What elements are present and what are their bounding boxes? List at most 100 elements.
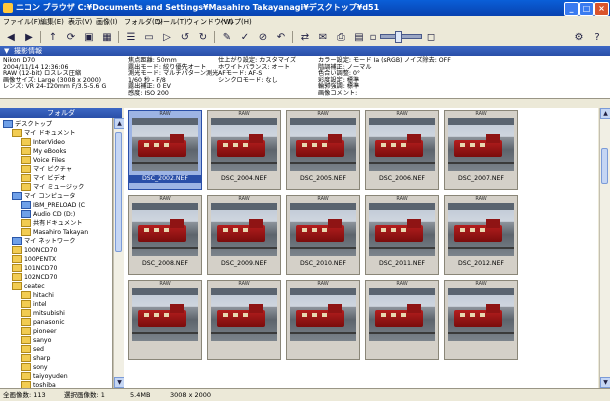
thumbnail-item[interactable]: RAW DSC_2002.NEF bbox=[128, 110, 202, 190]
folder-tree-item[interactable]: sony bbox=[21, 363, 48, 371]
folder-tree-item[interactable]: デスクトップ bbox=[3, 120, 52, 128]
folder-view-icon[interactable]: ▣ bbox=[82, 30, 96, 44]
menu-view[interactable]: 表示(V) bbox=[68, 16, 92, 28]
folder-tree-item[interactable]: hitachi bbox=[21, 291, 54, 299]
thumbnail-item[interactable]: RAW bbox=[128, 280, 202, 360]
folder-tree-item[interactable]: 102NCD70 bbox=[12, 273, 57, 281]
folder-tree-item[interactable]: Voice Files bbox=[21, 156, 65, 164]
forward-arrow-icon[interactable]: ▶ bbox=[22, 30, 36, 44]
status-bar: 全画像数: 113 選択画像数: 1 5.4MB 3008 x 2000 bbox=[0, 388, 610, 401]
menu-tools[interactable]: ツール(T) bbox=[156, 16, 187, 28]
check-icon[interactable]: ✓ bbox=[238, 30, 252, 44]
folder-icon bbox=[21, 219, 31, 227]
folder-tree-item[interactable]: マイ ネットワーク bbox=[12, 237, 75, 245]
info-panel-header[interactable]: ▼ 撮影情報 bbox=[0, 46, 610, 56]
folder-tree-item[interactable]: 100NCD70 bbox=[12, 246, 57, 254]
thumbnail-item[interactable]: RAW DSC_2005.NEF bbox=[286, 110, 360, 190]
folder-icon bbox=[21, 381, 31, 388]
folder-tree-item[interactable]: マイ ビデオ bbox=[21, 174, 66, 182]
menu-file[interactable]: ファイル(F) bbox=[3, 16, 41, 28]
folder-tree-item[interactable]: My eBooks bbox=[21, 147, 66, 155]
thumbnail-filename: DSC_2002.NEF bbox=[129, 175, 201, 183]
folder-tree-item[interactable]: マイ ドキュメント bbox=[12, 129, 75, 137]
scroll-up-arrow-icon[interactable]: ▲ bbox=[600, 108, 610, 119]
menu-edit[interactable]: 編集(E) bbox=[40, 16, 64, 28]
refresh-icon[interactable]: ⟳ bbox=[64, 30, 78, 44]
transfer-icon[interactable]: ⇄ bbox=[298, 30, 312, 44]
minimize-button[interactable]: _ bbox=[564, 2, 579, 16]
thumbnail-item[interactable]: RAW DSC_2004.NEF bbox=[207, 110, 281, 190]
thumbnail-size-slider[interactable] bbox=[380, 31, 422, 43]
folder-tree-item[interactable]: 101NCD70 bbox=[12, 264, 57, 272]
close-button[interactable]: × bbox=[594, 2, 609, 16]
undo-icon[interactable]: ↶ bbox=[274, 30, 288, 44]
menu-help[interactable]: ヘルプ(H) bbox=[220, 16, 252, 28]
folder-tree-label: Masahiro Takayan bbox=[33, 229, 89, 236]
folder-tree-item[interactable]: sharp bbox=[21, 354, 50, 362]
folder-tree-item[interactable]: 100PENTX bbox=[12, 255, 56, 263]
thumbnail-item[interactable]: RAW bbox=[286, 280, 360, 360]
print-icon[interactable]: ⎙ bbox=[334, 30, 348, 44]
raw-badge: RAW bbox=[396, 196, 408, 202]
slideshow-icon[interactable]: ▷ bbox=[160, 30, 174, 44]
rotate-left-icon[interactable]: ↺ bbox=[178, 30, 192, 44]
folder-tree-item[interactable]: InterVideo bbox=[21, 138, 65, 146]
folder-icon bbox=[21, 372, 31, 380]
up-folder-icon[interactable]: ↑ bbox=[46, 30, 60, 44]
scroll-thumb[interactable] bbox=[115, 132, 122, 252]
thumbnail-item[interactable]: RAW DSC_2010.NEF bbox=[286, 195, 360, 275]
film-icon[interactable]: ▤ bbox=[352, 30, 366, 44]
folder-tree-item[interactable]: IBM_PRELOAD (C bbox=[21, 201, 85, 209]
thumbnail-item[interactable]: RAW bbox=[444, 280, 518, 360]
preview-icon[interactable]: ▭ bbox=[142, 30, 156, 44]
thumbnail-item[interactable]: RAW DSC_2012.NEF bbox=[444, 195, 518, 275]
folder-tree-item[interactable]: mitsubishi bbox=[21, 309, 65, 317]
folder-scrollbar[interactable]: ▲ ▼ bbox=[113, 118, 125, 388]
folder-tree-item[interactable]: pioneer bbox=[21, 327, 57, 335]
folder-tree-item[interactable]: マイ コンピュータ bbox=[12, 192, 75, 200]
raw-badge: RAW bbox=[475, 111, 487, 117]
folder-tree-item[interactable]: intel bbox=[21, 300, 47, 308]
thumbnail-view-icon[interactable]: ▦ bbox=[100, 30, 114, 44]
thumbnail-item[interactable]: RAW DSC_2008.NEF bbox=[128, 195, 202, 275]
thumbnail-item[interactable]: RAW bbox=[365, 280, 439, 360]
menu-image[interactable]: 画像(I) bbox=[96, 16, 118, 28]
small-thumbnail-icon: ▫ bbox=[369, 31, 377, 43]
folder-icon bbox=[21, 183, 31, 191]
folder-tree-item[interactable]: sanyo bbox=[21, 336, 51, 344]
thumbnail-item[interactable]: RAW bbox=[207, 280, 281, 360]
folder-tree-item[interactable]: Audio CD (D:) bbox=[21, 210, 75, 218]
delete-icon[interactable]: ⊘ bbox=[256, 30, 270, 44]
folder-icon bbox=[21, 336, 31, 344]
folder-tree-item[interactable]: sed bbox=[21, 345, 44, 353]
help-icon[interactable]: ? bbox=[590, 30, 604, 44]
thumbnail-item[interactable]: RAW DSC_2009.NEF bbox=[207, 195, 281, 275]
title-bar[interactable]: ニコン ブラウザ C:¥Documents and Settings¥Masah… bbox=[0, 0, 610, 16]
folder-icon bbox=[21, 300, 31, 308]
folder-tree-item[interactable]: ceatec bbox=[12, 282, 45, 290]
folder-tree-item[interactable]: マイ ピクチャ bbox=[21, 165, 72, 173]
thumbnail-scrollbar[interactable]: ▲ ▼ bbox=[599, 108, 610, 388]
edit-pen-icon[interactable]: ✎ bbox=[220, 30, 234, 44]
rotate-right-icon[interactable]: ↻ bbox=[196, 30, 210, 44]
folder-tree-item[interactable]: Masahiro Takayan bbox=[21, 228, 88, 236]
thumbnail-item[interactable]: RAW DSC_2006.NEF bbox=[365, 110, 439, 190]
status-size: 5.4MB bbox=[130, 391, 151, 399]
toolbar: ◀ ▶ ↑ ⟳ ▣ ▦ ☰ ▭ ▷ ↺ ↻ ✎ ✓ ⊘ ↶ ⇄ ✉ ⎙ ▤ ▫ … bbox=[0, 28, 610, 47]
folder-tree-item[interactable]: マイ ミュージック bbox=[21, 183, 84, 191]
scroll-thumb[interactable] bbox=[601, 148, 608, 184]
slider-knob[interactable] bbox=[395, 31, 402, 43]
thumbnail-item[interactable]: RAW DSC_2011.NEF bbox=[365, 195, 439, 275]
folder-tree-item[interactable]: taiyoyuden bbox=[21, 372, 68, 380]
folder-panel-header[interactable]: フォルダ bbox=[0, 108, 122, 118]
folder-tree-item[interactable]: panasonic bbox=[21, 318, 64, 326]
back-arrow-icon[interactable]: ◀ bbox=[4, 30, 18, 44]
settings-icon[interactable]: ⚙ bbox=[572, 30, 586, 44]
thumbnail-item[interactable]: RAW DSC_2007.NEF bbox=[444, 110, 518, 190]
mail-icon[interactable]: ✉ bbox=[316, 30, 330, 44]
folder-tree-item[interactable]: 共有ドキュメント bbox=[21, 219, 83, 227]
list-view-icon[interactable]: ☰ bbox=[124, 30, 138, 44]
folder-tree-item[interactable]: toshiba bbox=[21, 381, 56, 388]
maximize-button[interactable]: □ bbox=[579, 2, 594, 16]
scroll-down-arrow-icon[interactable]: ▼ bbox=[600, 377, 610, 388]
